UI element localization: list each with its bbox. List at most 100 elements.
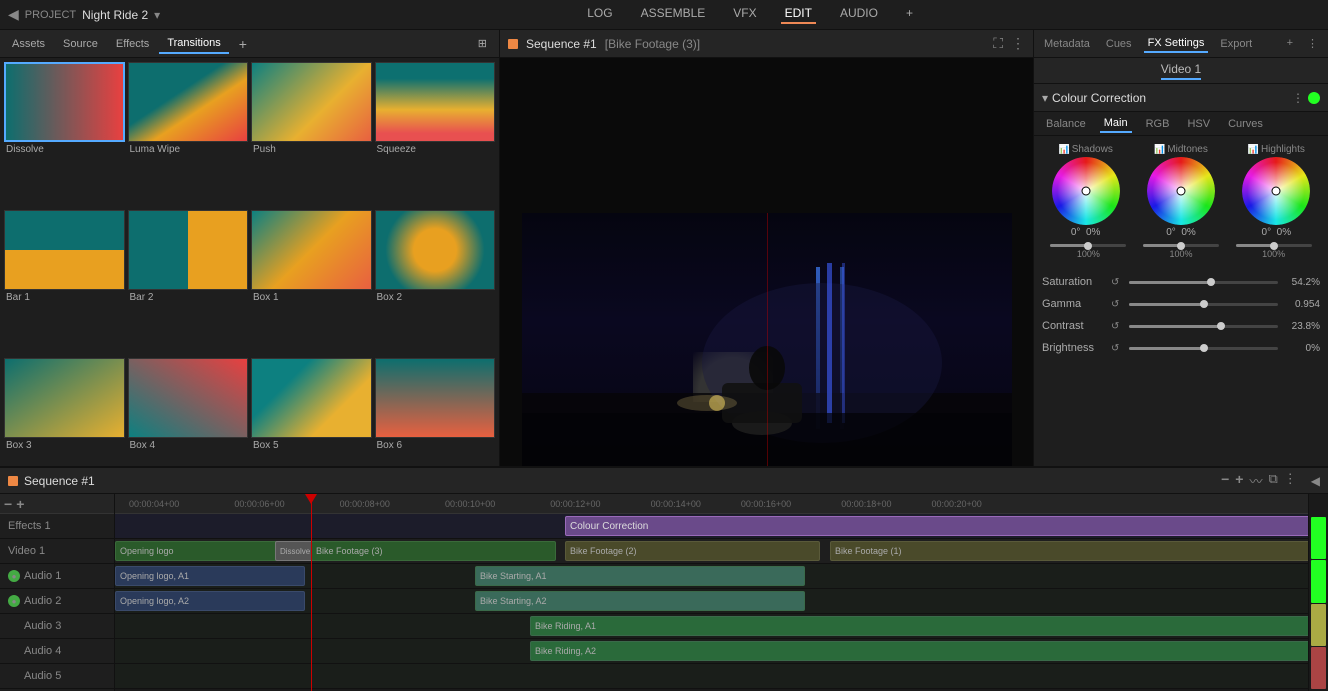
tab-cues[interactable]: Cues: [1102, 35, 1136, 53]
audio2-bikestart-clip[interactable]: Bike Starting, A2: [475, 591, 805, 611]
audio3-bikeriding-clip[interactable]: Bike Riding, A1: [530, 616, 1308, 636]
nav-edit[interactable]: EDIT: [781, 6, 816, 24]
gamma-reset-icon[interactable]: ↺: [1111, 299, 1125, 310]
cc-options-icon[interactable]: ⋮: [1292, 91, 1304, 105]
contrast-track[interactable]: [1129, 325, 1278, 328]
brightness-label: Brightness: [1042, 342, 1107, 354]
tab-metadata[interactable]: Metadata: [1040, 35, 1094, 53]
bike-footage-3-clip[interactable]: Bike Footage (3): [311, 541, 556, 561]
transition-dissolve[interactable]: Dissolve: [4, 62, 125, 207]
audio2-enable-btn[interactable]: ●: [8, 595, 20, 607]
video-frame: [522, 213, 1012, 483]
video-label[interactable]: Video 1: [1161, 62, 1201, 80]
saturation-reset-icon[interactable]: ↺: [1111, 277, 1125, 288]
transition-squeeze[interactable]: Squeeze: [375, 62, 496, 207]
audio2-label: Audio 2: [24, 595, 61, 607]
shadows-color-wheel[interactable]: [1052, 157, 1120, 225]
nav-log[interactable]: LOG: [583, 6, 616, 24]
tab-effects[interactable]: Effects: [108, 35, 157, 53]
viewer-menu-icon[interactable]: ⋮: [1011, 35, 1025, 52]
back-icon[interactable]: ◀: [8, 6, 19, 23]
add-workspace-btn[interactable]: +: [902, 6, 917, 24]
transition-push[interactable]: Push: [251, 62, 372, 207]
saturation-track[interactable]: [1129, 281, 1278, 284]
box2-label: Box 2: [375, 290, 496, 305]
bar1-thumb: [4, 210, 125, 290]
saturation-label: Saturation: [1042, 276, 1107, 288]
master-slider-highlights: 100%: [1234, 244, 1314, 259]
cc-enabled-indicator[interactable]: [1308, 92, 1320, 104]
highlights-color-wheel[interactable]: [1242, 157, 1310, 225]
cc-tab-hsv[interactable]: HSV: [1183, 116, 1214, 132]
tab-export[interactable]: Export: [1216, 35, 1256, 53]
grid-view-icon[interactable]: ⊞: [470, 34, 495, 53]
tab-source[interactable]: Source: [55, 35, 106, 53]
bike-footage-2-clip[interactable]: Bike Footage (2): [565, 541, 820, 561]
tl-menu-icon[interactable]: ⋮: [1284, 471, 1297, 490]
fullscreen-icon[interactable]: ⛶: [993, 35, 1003, 52]
audio1-enable-btn[interactable]: ●: [8, 570, 20, 582]
track-label-effects1: Effects 1: [0, 514, 114, 539]
colour-correction-clip[interactable]: Colour Correction: [565, 516, 1308, 536]
cc-tab-curves[interactable]: Curves: [1224, 116, 1267, 132]
track-label-audio5: Audio 5: [0, 664, 114, 689]
saturation-thumb: [1207, 278, 1215, 286]
brightness-track[interactable]: [1129, 347, 1278, 350]
audio2-track: Opening logo, A2 Bike Starting, A2: [115, 589, 1308, 614]
brightness-reset-icon[interactable]: ↺: [1111, 343, 1125, 354]
brightness-fill: [1129, 347, 1204, 350]
audio1-opening-clip[interactable]: Opening logo, A1: [115, 566, 305, 586]
box6-label: Box 6: [375, 438, 496, 453]
zoom-minus-icon[interactable]: −: [4, 496, 12, 512]
audio1-bikestart-clip[interactable]: Bike Starting, A1: [475, 566, 805, 586]
video-label-tab: Video 1: [1034, 58, 1328, 84]
project-name[interactable]: Night Ride 2: [82, 8, 148, 22]
tab-transitions[interactable]: Transitions: [159, 34, 228, 54]
transition-bar2[interactable]: Bar 2: [128, 210, 249, 355]
audio2-opening-clip[interactable]: Opening logo, A2: [115, 591, 305, 611]
video-content: [522, 213, 1012, 483]
box3-label: Box 3: [4, 438, 125, 453]
transition-box2[interactable]: Box 2: [375, 210, 496, 355]
gamma-track[interactable]: [1129, 303, 1278, 306]
cc-expand-icon[interactable]: ▾: [1042, 91, 1048, 105]
tab-assets[interactable]: Assets: [4, 35, 53, 53]
midtones-color-wheel[interactable]: [1147, 157, 1215, 225]
opening-logo-clip[interactable]: Opening logo: [115, 541, 283, 561]
nav-vfx[interactable]: VFX: [729, 6, 760, 24]
nav-assemble[interactable]: ASSEMBLE: [637, 6, 710, 24]
cc-tab-balance[interactable]: Balance: [1042, 116, 1090, 132]
master-midtones-track[interactable]: [1143, 244, 1219, 247]
midtones-dot: [1177, 187, 1185, 195]
project-dropdown-icon[interactable]: ▾: [154, 8, 160, 22]
nav-audio[interactable]: AUDIO: [836, 6, 882, 24]
audio3-label: Audio 3: [24, 620, 61, 632]
effects1-label: Effects 1: [8, 520, 51, 532]
add-fx-btn[interactable]: +: [1283, 34, 1297, 53]
cc-tab-rgb[interactable]: RGB: [1142, 116, 1174, 132]
box1-label: Box 1: [251, 290, 372, 305]
gamma-fill: [1129, 303, 1204, 306]
ruler-16: 00:00:16+00: [741, 499, 791, 509]
cc-tab-main[interactable]: Main: [1100, 115, 1132, 133]
master-shadows-track[interactable]: [1050, 244, 1126, 247]
transition-bar1[interactable]: Bar 1: [4, 210, 125, 355]
transition-box1[interactable]: Box 1: [251, 210, 372, 355]
zoom-in-btn[interactable]: +: [1235, 471, 1243, 490]
right-menu-icon[interactable]: ⋮: [1303, 34, 1322, 53]
zoom-out-btn[interactable]: −: [1221, 471, 1229, 490]
cc-clip-label: Colour Correction: [570, 521, 648, 532]
tl-waveform-icon[interactable]: 〰: [1249, 471, 1262, 490]
add-tab-btn[interactable]: +: [231, 33, 255, 55]
contrast-reset-icon[interactable]: ↺: [1111, 321, 1125, 332]
tl-copy-icon[interactable]: ⧉: [1268, 471, 1277, 490]
gamma-value: 0.954: [1282, 299, 1320, 310]
audio5-label: Audio 5: [24, 670, 61, 682]
bike-footage-1-clip[interactable]: Bike Footage (1): [830, 541, 1308, 561]
master-highlights-track[interactable]: [1236, 244, 1312, 247]
transition-luma-wipe[interactable]: Luma Wipe: [128, 62, 249, 207]
zoom-plus-icon[interactable]: +: [16, 496, 24, 512]
collapse-timeline-btn[interactable]: ◀: [1311, 474, 1320, 488]
tab-fx-settings[interactable]: FX Settings: [1144, 34, 1209, 53]
audio4-bikeriding-clip[interactable]: Bike Riding, A2: [530, 641, 1308, 661]
